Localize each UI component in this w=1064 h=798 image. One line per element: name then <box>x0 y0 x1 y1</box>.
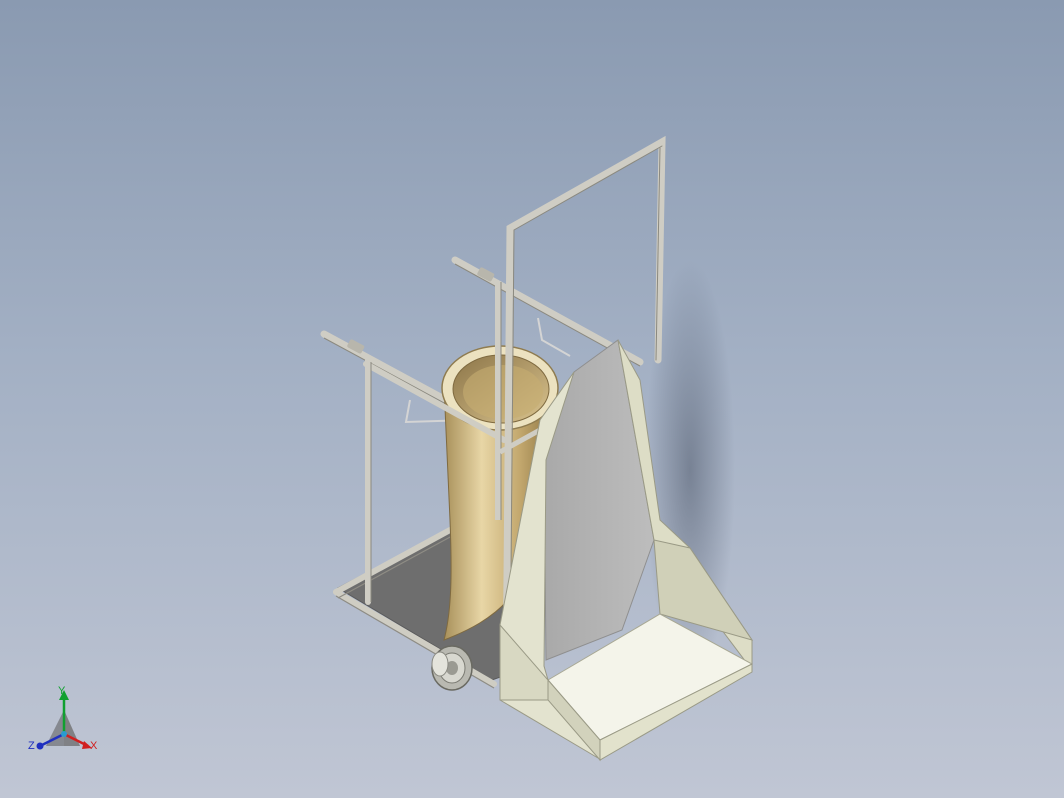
graphics-viewport[interactable]: Y X Z <box>0 0 1064 798</box>
axis-x-label: X <box>90 740 98 752</box>
axis-z-label: Z <box>28 740 35 752</box>
back-post <box>495 282 502 520</box>
axis-triad: Y X Z <box>22 682 112 762</box>
model-view[interactable] <box>0 0 1064 798</box>
axis-y-label: Y <box>58 685 66 697</box>
triad-graphic <box>36 690 92 750</box>
wheel <box>431 645 473 691</box>
